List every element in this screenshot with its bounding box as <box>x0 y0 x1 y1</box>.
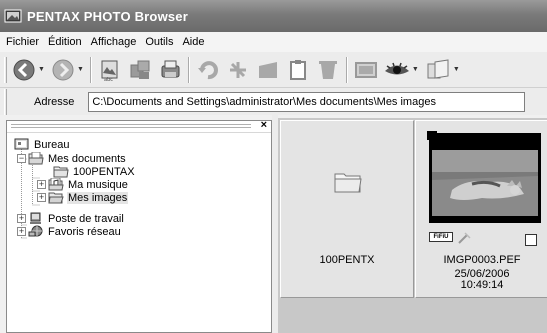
network-icon <box>28 225 44 238</box>
app-icon <box>4 8 22 24</box>
forward-icon <box>52 59 74 80</box>
folder-tree-pane: × Bureau − Mes documents 100PENTAX + Ma … <box>6 119 272 333</box>
address-bar: Adresse C:\Documents and Settings\admini… <box>0 88 547 115</box>
address-input[interactable]: C:\Documents and Settings\administrator\… <box>88 91 526 112</box>
raw-badge: FiFiU <box>429 232 453 242</box>
tree-item-label: 100PENTAX <box>73 165 135 178</box>
tree-item-label: Favoris réseau <box>48 225 121 238</box>
thumbnail-pane: 100PENTX FiFiU IMGP0003.PEF 25/06/2006 1… <box>278 118 547 333</box>
folder-open-icon <box>28 151 44 165</box>
music-folder-icon <box>48 177 64 191</box>
copy-to-button[interactable] <box>128 55 152 85</box>
menu-affichage[interactable]: Affichage <box>91 36 137 48</box>
tree-item-mes-documents[interactable]: − Mes documents <box>17 151 127 165</box>
menu-bar: Fichier Édition Affichage Outils Aide <box>0 32 547 52</box>
folder-open-icon <box>48 191 64 204</box>
forward-button[interactable]: ▼ <box>51 55 84 85</box>
properties-button[interactable] <box>286 55 310 85</box>
tree-item-favoris-reseau[interactable]: + Favoris réseau <box>17 225 122 238</box>
edit-icon <box>229 61 246 78</box>
computer-icon <box>28 212 44 225</box>
menu-aide[interactable]: Aide <box>182 36 204 48</box>
toolbar-separator <box>187 56 190 83</box>
back-button[interactable]: ▼ <box>12 55 45 85</box>
folder-icon <box>334 171 362 196</box>
view-dropdown-icon[interactable]: ▼ <box>412 66 419 73</box>
cat-photo <box>432 150 538 216</box>
collapse-icon[interactable]: − <box>17 154 26 163</box>
desktop-icon <box>14 138 30 151</box>
rotate-button[interactable] <box>196 55 220 85</box>
folder-new-button[interactable] <box>256 55 280 85</box>
print-icon <box>161 60 180 77</box>
delete-button[interactable] <box>316 55 340 85</box>
address-label: Adresse <box>34 95 75 108</box>
launch-button[interactable]: ▼ <box>425 55 460 85</box>
folder-tile-100pentx[interactable]: 100PENTX <box>280 120 414 298</box>
tree-item-ma-musique[interactable]: + Ma musique <box>37 177 129 191</box>
back-dropdown-icon[interactable]: ▼ <box>38 66 45 73</box>
no-edit-icon <box>457 232 471 247</box>
tree-item-label: Bureau <box>34 138 70 151</box>
menu-edition[interactable]: Édition <box>48 36 82 48</box>
launch-icon <box>427 58 449 79</box>
launch-dropdown-icon[interactable]: ▼ <box>453 66 460 73</box>
tree-item-label: Ma musique <box>68 178 128 191</box>
tree-item-100pentax[interactable]: 100PENTAX <box>53 165 136 178</box>
menu-fichier[interactable]: Fichier <box>6 36 39 48</box>
close-icon[interactable]: × <box>261 119 267 131</box>
expand-icon[interactable]: + <box>17 227 26 236</box>
expand-icon[interactable]: + <box>37 180 46 189</box>
back-icon <box>13 59 35 80</box>
image-tile-time: 10:49:14 <box>460 279 504 291</box>
print-button[interactable] <box>158 55 182 85</box>
rename-icon: abc <box>101 60 118 82</box>
slideshow-button[interactable] <box>354 55 378 85</box>
title-bar: PENTAX PHOTO Browser <box>0 0 547 32</box>
image-tile-imgp0003[interactable]: FiFiU IMGP0003.PEF 25/06/2006 10:49:14 <box>415 120 547 298</box>
tree-item-poste-de-travail[interactable]: + Poste de travail <box>17 212 125 225</box>
tree-item-label: Mes images <box>67 191 129 204</box>
toolbar: ▼ ▼ abc ▼ ▼ <box>0 52 547 88</box>
delete-icon <box>318 60 337 79</box>
edit-button[interactable] <box>226 55 250 85</box>
toolbar-separator <box>345 56 348 83</box>
toolbar-separator <box>89 56 92 83</box>
forward-dropdown-icon[interactable]: ▼ <box>77 66 84 73</box>
toolbar-grip[interactable] <box>4 56 7 83</box>
properties-icon <box>289 59 306 80</box>
copy-to-icon <box>130 60 150 79</box>
address-grip[interactable] <box>4 88 7 115</box>
tree-item-mes-images[interactable]: + Mes images <box>37 191 129 204</box>
view-icon <box>384 62 409 74</box>
rename-button[interactable]: abc <box>98 55 122 85</box>
image-tile-name: IMGP0003.PEF <box>443 254 521 266</box>
window-title: PENTAX PHOTO Browser <box>27 8 188 24</box>
folder-tile-name: 100PENTX <box>319 254 375 266</box>
view-button[interactable]: ▼ <box>384 55 419 85</box>
expand-icon[interactable]: + <box>37 193 46 202</box>
slideshow-icon <box>354 61 377 78</box>
tree-item-bureau[interactable]: Bureau <box>14 138 70 151</box>
folder-icon <box>53 165 69 178</box>
tree-item-label: Poste de travail <box>48 212 124 225</box>
expand-icon[interactable]: + <box>17 214 26 223</box>
rotate-icon <box>197 60 218 79</box>
tree-item-label: Mes documents <box>48 152 126 165</box>
menu-outils[interactable]: Outils <box>145 36 173 48</box>
image-thumbnail[interactable] <box>429 133 541 223</box>
svg-text:abc: abc <box>104 77 113 82</box>
folder-new-icon <box>258 61 277 78</box>
select-checkbox[interactable] <box>525 234 537 246</box>
